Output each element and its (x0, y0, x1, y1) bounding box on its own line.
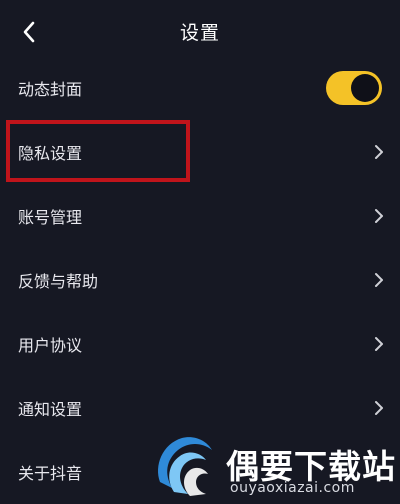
site-logo-icon (158, 437, 212, 496)
setting-label: 关于抖音 (18, 464, 83, 483)
setting-account[interactable]: 账号管理 (0, 184, 400, 248)
setting-label: 反馈与帮助 (18, 272, 99, 291)
highlight-annotation-box (6, 120, 190, 182)
dynamic-cover-toggle[interactable] (326, 71, 382, 105)
chevron-right-icon (372, 271, 386, 289)
setting-label: 动态封面 (18, 80, 83, 99)
chevron-right-icon (372, 207, 386, 225)
setting-dynamic-cover: 动态封面 (0, 56, 400, 120)
watermark-url: ouyaoxiazai.com (230, 480, 355, 496)
setting-label: 通知设置 (18, 400, 83, 419)
setting-feedback[interactable]: 反馈与帮助 (0, 248, 400, 312)
setting-label: 账号管理 (18, 208, 83, 227)
setting-label: 用户协议 (18, 336, 83, 355)
chevron-right-icon (372, 143, 386, 161)
page-title: 设置 (179, 22, 220, 44)
chevron-right-icon (372, 399, 386, 417)
watermark: 偶要下载站 ouyaoxiazai.com (152, 430, 400, 500)
setting-user-agreement[interactable]: 用户协议 (0, 312, 400, 376)
toggle-knob (351, 74, 379, 102)
header: 设置 (0, 0, 400, 62)
chevron-right-icon (372, 335, 386, 353)
